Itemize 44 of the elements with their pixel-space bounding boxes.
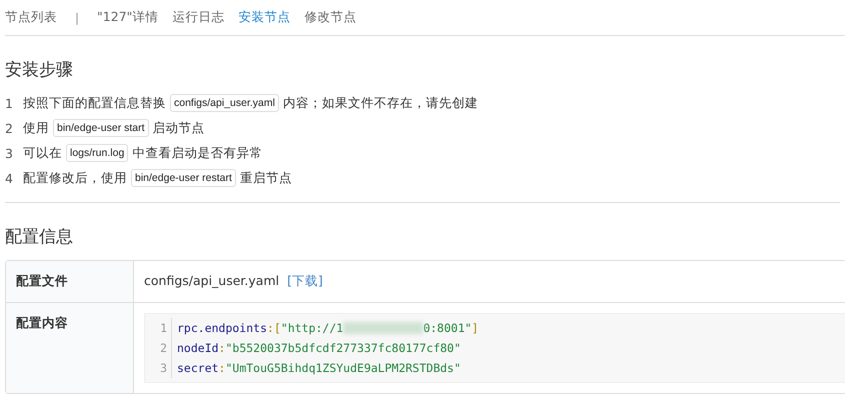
section-heading: 安装步骤	[5, 59, 74, 81]
line-number: 1	[145, 318, 172, 338]
inline-code: bin/edge-user start	[53, 119, 149, 137]
line-number: 2	[145, 338, 172, 358]
inline-code: configs/api_user.yaml	[170, 94, 279, 112]
row-label: 配置内容	[6, 303, 134, 393]
step-text: 启动节点	[152, 120, 205, 136]
step-text: 重启节点	[240, 170, 292, 186]
step-text: 使用	[23, 120, 49, 136]
section-heading: 配置信息	[5, 226, 74, 248]
download-link[interactable]: [下载]	[287, 273, 323, 290]
step-number: 3	[5, 146, 14, 160]
inline-code: bin/edge-user restart	[131, 169, 236, 187]
code-editor[interactable]: 1 rpc.endpoints:["http://1 0:8001"] 2 nodeId:"b5520037b5dfcdf277337fc80177cf80" 3 secret:"UmTouG5Bihdq1ZSYudE9aLPM2RSTDBds"	[144, 313, 845, 383]
nav-tab[interactable]: 运行日志	[172, 9, 224, 26]
row-label: 配置文件	[6, 261, 134, 303]
step-text: 按照下面的配置信息替换	[23, 94, 166, 112]
yaml-string: "http://1	[280, 321, 344, 335]
step-text: 内容；如果文件不存在，请先创建	[282, 94, 478, 112]
yaml-string: "b5520037b5dfcdf277337fc80177cf80"	[225, 341, 461, 355]
nav-tab[interactable]: "127"详情	[97, 9, 158, 26]
step-number: 4	[5, 170, 14, 186]
line-number: 3	[145, 358, 172, 378]
inline-code: logs/run.log	[66, 144, 128, 162]
nav-tab[interactable]: 修改节点	[304, 9, 356, 26]
bracket: [	[274, 321, 281, 335]
step-number: 2	[5, 120, 14, 136]
yaml-key: rpc.endpoints	[177, 321, 268, 335]
step-number: 1	[5, 96, 14, 110]
separator: |	[75, 10, 80, 24]
file-path: configs/api_user.yaml	[144, 273, 280, 288]
colon: :	[267, 321, 274, 335]
yaml-string: 0:8001"	[423, 321, 472, 335]
yaml-key: nodeId	[177, 341, 219, 355]
nav-tab[interactable]: 安装节点	[238, 9, 290, 26]
yaml-string: "UmTouG5Bihdq1ZSYudE9aLPM2RSTDBds"	[225, 361, 461, 375]
colon: :	[218, 361, 226, 375]
step-text: 可以在	[23, 144, 62, 162]
colon: :	[218, 341, 226, 355]
bracket: ]	[472, 321, 479, 335]
back-link[interactable]: 节点列表	[5, 9, 57, 26]
step-text: 中查看启动是否有异常	[132, 144, 262, 162]
step-text: 配置修改后，使用	[23, 170, 127, 186]
yaml-key: secret	[177, 361, 219, 375]
